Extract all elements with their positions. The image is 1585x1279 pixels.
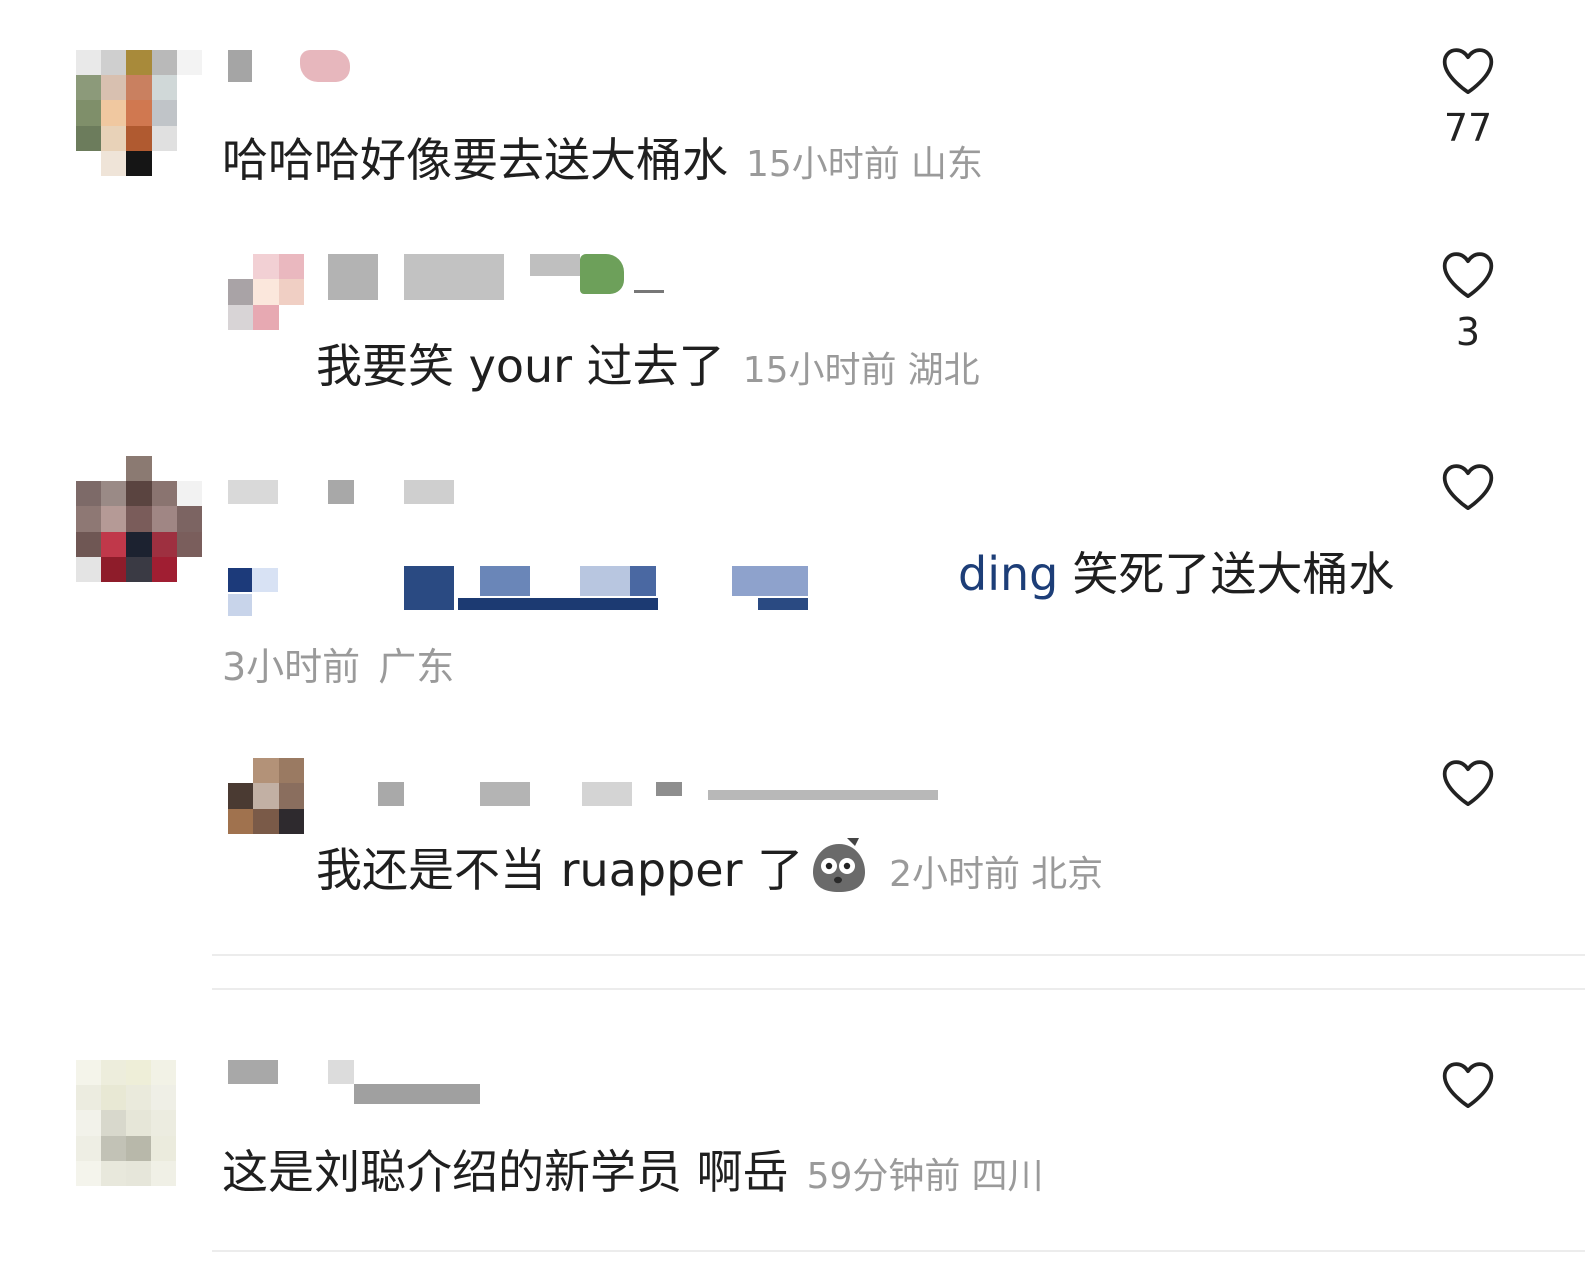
reply-item: 我还是不当 ruapper 了 2小时前 北京 <box>0 740 1585 950</box>
username-blurred[interactable] <box>378 782 948 808</box>
heart-outline-icon <box>1442 48 1494 95</box>
comment-time: 2小时前 <box>889 854 1021 895</box>
like-count: 3 <box>1455 310 1481 354</box>
avatar[interactable] <box>228 254 304 330</box>
avatar[interactable] <box>76 456 202 582</box>
username-blurred[interactable] <box>328 254 668 302</box>
like-count: 77 <box>1443 106 1493 150</box>
comment-line: 我还是不当 ruapper 了 2小时前 北京 <box>316 834 1103 900</box>
comment-location: 四川 <box>971 1156 1044 1197</box>
username-blurred[interactable] <box>228 50 358 86</box>
comment-location: 广东 <box>378 645 455 689</box>
comment-text: 我要笑 your 过去了 <box>316 339 725 393</box>
comment-text: 我还是不当 ruapper 了 <box>316 843 804 897</box>
like-button[interactable] <box>1438 1058 1498 1110</box>
heart-outline-icon <box>1442 1062 1494 1109</box>
mention-blurred[interactable] <box>228 554 958 618</box>
divider <box>212 1250 1585 1252</box>
bag-face-emoji <box>807 834 871 898</box>
username-blurred[interactable] <box>228 480 468 506</box>
comment-line: ding 笑死了送大桶水 <box>228 538 1394 618</box>
mention-suffix[interactable]: ding <box>958 547 1058 601</box>
comment-time: 3小时前 <box>222 645 361 689</box>
comment-line: 哈哈哈好像要去送大桶水 15小时前 山东 <box>222 124 983 190</box>
comment-item: 这是刘聪介绍的新学员 啊岳 59分钟前 四川 <box>0 1040 1585 1250</box>
comment-text: 笑死了送大桶水 <box>1072 547 1395 601</box>
like-button[interactable] <box>1438 460 1498 512</box>
divider <box>212 988 1585 990</box>
comment-meta: 3小时前 广东 <box>222 636 454 691</box>
comment-line: 我要笑 your 过去了 15小时前 湖北 <box>316 330 980 396</box>
avatar[interactable] <box>76 1060 176 1186</box>
heart-outline-icon <box>1442 252 1494 299</box>
comment-location: 湖北 <box>907 350 980 391</box>
avatar[interactable] <box>228 758 304 834</box>
username-blurred[interactable] <box>228 1060 488 1106</box>
like-button[interactable]: 3 <box>1438 248 1498 354</box>
comment-location: 北京 <box>1031 854 1104 895</box>
divider <box>212 954 1585 956</box>
like-button[interactable] <box>1438 756 1498 808</box>
comment-line: 这是刘聪介绍的新学员 啊岳 59分钟前 四川 <box>222 1136 1044 1202</box>
like-button[interactable]: 77 <box>1438 44 1498 150</box>
avatar[interactable] <box>76 50 202 176</box>
comment-item: 哈哈哈好像要去送大桶水 15小时前 山东 77 <box>0 0 1585 210</box>
heart-outline-icon <box>1442 760 1494 807</box>
comment-time: 59分钟前 <box>806 1156 961 1197</box>
comment-text: 这是刘聪介绍的新学员 啊岳 <box>222 1145 789 1199</box>
comment-item: ding 笑死了送大桶水 3小时前 广东 <box>0 440 1585 710</box>
heart-outline-icon <box>1442 464 1494 511</box>
comment-text: 哈哈哈好像要去送大桶水 <box>222 133 728 187</box>
reply-item: 我要笑 your 过去了 15小时前 湖北 3 <box>0 210 1585 440</box>
comment-time: 15小时前 <box>746 144 900 185</box>
comment-time: 15小时前 <box>742 350 897 391</box>
comment-location: 山东 <box>910 144 983 185</box>
